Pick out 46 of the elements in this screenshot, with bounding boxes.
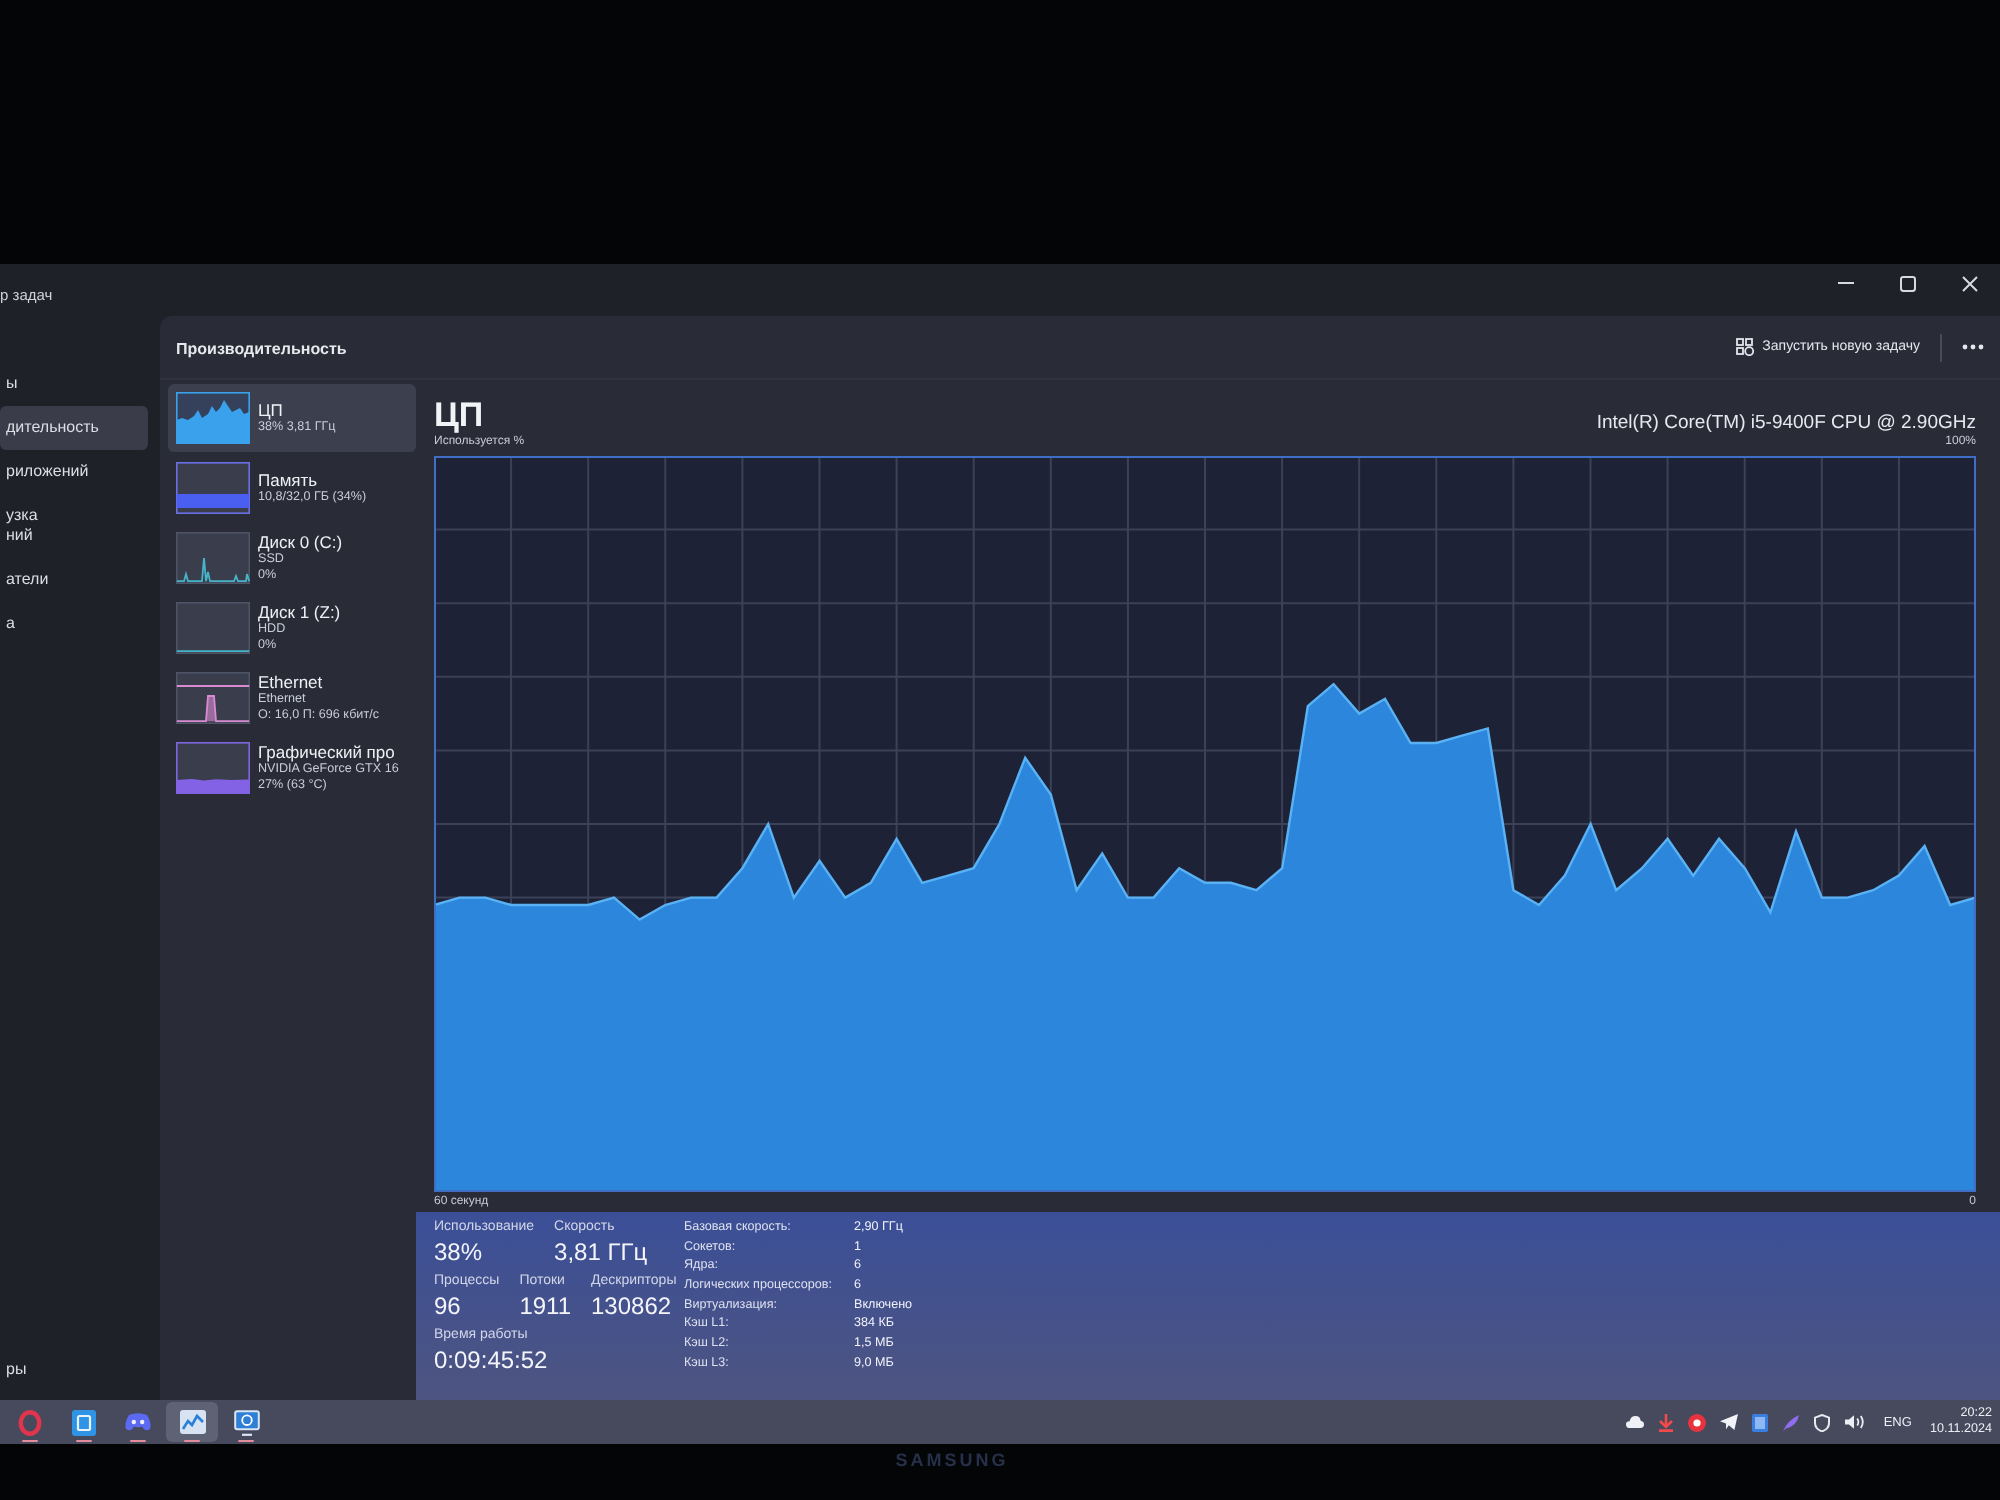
- nav-item[interactable]: дительность: [0, 406, 148, 450]
- resource-name: Диск 1 (Z:): [258, 602, 341, 623]
- shield-icon[interactable]: [1813, 1413, 1830, 1431]
- nav-item[interactable]: риложений: [0, 450, 148, 494]
- cloud-icon[interactable]: [1625, 1416, 1644, 1428]
- monitor-icon: [233, 1409, 259, 1435]
- nav-item[interactable]: узка ний: [0, 494, 148, 558]
- nav-item[interactable]: ы: [0, 362, 148, 406]
- detail-title: ЦП: [434, 396, 486, 434]
- resource-name: Диск 0 (C:): [258, 532, 343, 553]
- minimize-icon: [1837, 282, 1853, 284]
- resource-name: Память: [258, 470, 320, 491]
- ring-icon: [18, 1409, 42, 1435]
- volume-icon[interactable]: [1843, 1414, 1866, 1430]
- stat-value: 0:09:45:52: [434, 1344, 548, 1376]
- app-tile-icon: [72, 1409, 96, 1435]
- record-icon[interactable]: [1687, 1413, 1706, 1431]
- nav-item[interactable]: ры: [0, 1348, 148, 1392]
- mini-graph-icon: [176, 602, 250, 654]
- mini-graph-icon: [176, 392, 250, 444]
- mini-graph-icon: [176, 462, 250, 514]
- mini-graph-icon: [176, 532, 250, 584]
- mini-graph-icon: [176, 672, 250, 724]
- app-square-icon[interactable]: [1751, 1413, 1768, 1431]
- app-grid-icon: [1736, 338, 1755, 356]
- nav-item[interactable]: атели: [0, 558, 148, 602]
- processor-name: Intel(R) Core(TM) i5-9400F CPU @ 2.90GHz: [1596, 412, 1976, 434]
- more-icon: [1962, 344, 1984, 350]
- resource-name: Графический про: [258, 742, 397, 763]
- stat-value: 38%: [434, 1236, 485, 1268]
- close-icon: [1961, 275, 1977, 291]
- resource-name: ЦП: [258, 400, 285, 421]
- nav-item[interactable]: а: [0, 602, 148, 646]
- chart-icon: [179, 1410, 205, 1434]
- stat-value: 96: [434, 1290, 463, 1322]
- stat-value: 130862: [591, 1290, 674, 1322]
- stat-value: 3,81 ГГц: [554, 1236, 648, 1268]
- monitor-brand-logo: SAMSUNG: [895, 1450, 1009, 1472]
- taskbar-app-button[interactable]: [166, 1402, 218, 1442]
- stat-value: 1911: [519, 1290, 571, 1322]
- resource-name: Ethernet: [258, 672, 325, 693]
- controller-icon: [124, 1412, 152, 1432]
- page-title: Производительность: [176, 339, 347, 357]
- paper-plane-icon[interactable]: [1719, 1414, 1738, 1430]
- mini-graph-icon: [176, 742, 250, 794]
- maximize-icon: [1899, 275, 1915, 291]
